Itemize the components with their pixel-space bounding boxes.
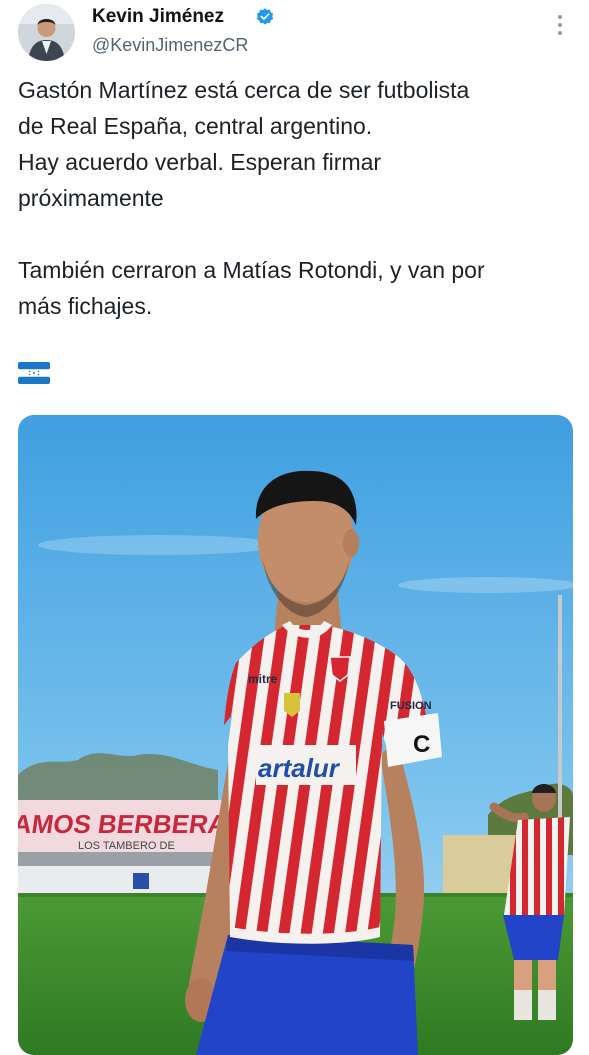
avatar[interactable] [18,4,75,61]
tweet-line: próximamente [18,185,164,211]
tweet-line: Hay acuerdo verbal. Esperan firmar [18,149,382,175]
jersey-sponsor: artalur [258,753,341,783]
tweet-line: También cerraron a Matías Rotondi, y van… [18,257,485,283]
tweet-line: más fichajes. [18,293,153,319]
photo-player-icon: ESTAMOS BERBERA LOS TAMBERO DE C artalur… [18,415,573,1055]
tweet-media-photo[interactable]: ESTAMOS BERBERA LOS TAMBERO DE C artalur… [18,415,573,1055]
jersey-brand: mitre [248,672,278,686]
tweet-text: Gastón Martínez está cerca de ser futbol… [18,72,578,324]
captain-letter: C [413,731,430,758]
sleeve-brand: FUSION [390,700,432,712]
banner-subtext: LOS TAMBERO DE [78,840,175,852]
avatar-photo-icon [18,4,75,61]
author-name[interactable]: Kevin Jiménez [92,6,224,28]
more-options-icon[interactable] [552,12,568,38]
tweet-line: Gastón Martínez está cerca de ser futbol… [18,77,470,103]
honduras-flag-icon [18,362,50,384]
tweet-header: Kevin Jiménez @KevinJimenezCR [18,4,578,64]
tweet-line: de Real España, central argentino. [18,113,373,139]
author-handle[interactable]: @KevinJimenezCR [92,34,248,56]
verified-badge-icon [256,8,274,25]
banner-text: ESTAMOS BERBERA [18,809,229,839]
